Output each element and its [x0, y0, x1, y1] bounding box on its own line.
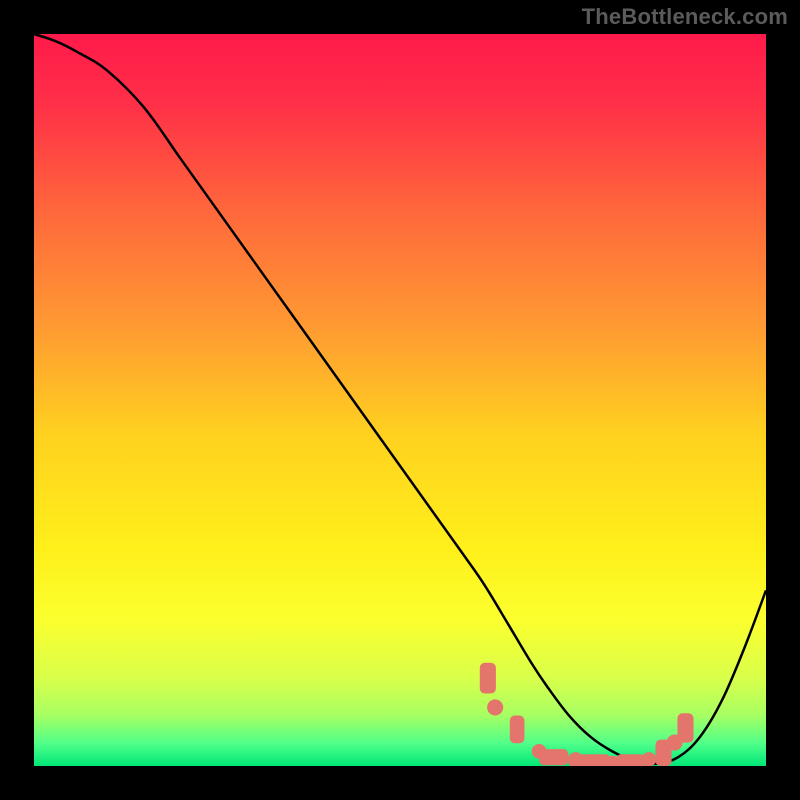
marker-group [480, 663, 694, 766]
marker-pill [480, 663, 496, 694]
marker-pill [510, 715, 525, 743]
marker-pill [616, 754, 645, 766]
marker-pill [677, 713, 693, 742]
chart-frame: TheBottleneck.com [0, 0, 800, 800]
plot-area [34, 34, 766, 766]
chart-svg [34, 34, 766, 766]
marker-pill [539, 749, 568, 765]
marker-dot [487, 699, 503, 715]
watermark-text: TheBottleneck.com [582, 4, 788, 30]
marker-dot [642, 752, 657, 766]
bottleneck-curve [34, 34, 766, 764]
